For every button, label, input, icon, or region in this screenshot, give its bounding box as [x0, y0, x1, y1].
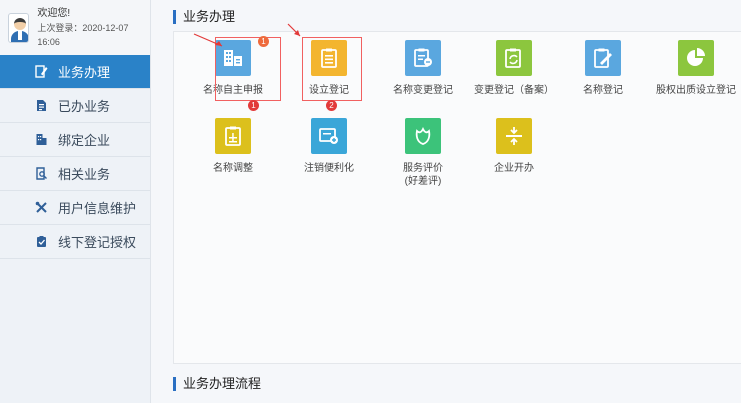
clipboard-edit-icon — [405, 40, 441, 76]
tools-icon — [34, 201, 48, 215]
notification-badge: 1 — [258, 36, 269, 47]
step-badge-1: 1 — [248, 100, 259, 111]
sidebar-item-label: 用户信息维护 — [58, 201, 137, 216]
business-panel: 名称自主申报 设立登记 名称变更登记 变更登记（备案） 名称登记 股权出质设立登… — [173, 23, 741, 364]
tile-label: 名称登记 — [583, 85, 623, 96]
sidebar-item-offline-auth[interactable]: 线下登记授权 — [0, 225, 150, 259]
tile-equity-pledge[interactable]: 股权出质设立登记 — [651, 40, 741, 97]
tile-company-start[interactable]: 企业开办 — [469, 118, 559, 175]
sidebar-item-business[interactable]: 业务办理 — [0, 55, 150, 89]
sidebar-item-label: 业务办理 — [58, 65, 111, 80]
sidebar: 欢迎您! 上次登录：2020-12-07 16:06 业务办理 已办业务 绑定企… — [0, 0, 151, 403]
section-title: 业务办理 — [173, 10, 235, 24]
user-info: 欢迎您! 上次登录：2020-12-07 16:06 — [0, 0, 150, 55]
tile-label: 企业开办 — [494, 163, 534, 174]
sidebar-item-done[interactable]: 已办业务 — [0, 89, 150, 123]
highlight-box-2 — [302, 37, 362, 101]
pie-chart-icon — [678, 40, 714, 76]
building-icon — [34, 133, 48, 147]
arrow-annotation-1 — [193, 33, 223, 47]
sidebar-item-bind-company[interactable]: 绑定企业 — [0, 123, 150, 157]
avatar — [8, 12, 30, 43]
search-document-icon — [34, 167, 48, 181]
main-content: 业务办理 名称自主申报 设立登记 名称变更登记 变更登记（备案） 名称登记 股权… — [163, 0, 741, 403]
document-list-icon — [34, 99, 48, 113]
arrow-annotation-2 — [287, 23, 301, 37]
clipboard-check-icon — [34, 235, 48, 249]
tile-name-adjustment[interactable]: 名称调整 — [188, 118, 278, 175]
sidebar-item-user-info[interactable]: 用户信息维护 — [0, 191, 150, 225]
tile-name-registration[interactable]: 名称登记 — [558, 40, 648, 97]
tile-name-change-registration[interactable]: 名称变更登记 — [378, 40, 468, 97]
clipboard-adjust-icon — [215, 118, 251, 154]
step-badge-2: 2 — [326, 100, 337, 111]
flower-icon — [405, 118, 441, 154]
compress-icon — [496, 118, 532, 154]
tile-label: 服务评价 (好差评) — [403, 163, 443, 187]
sidebar-item-label: 相关业务 — [58, 167, 111, 182]
tile-label: 名称调整 — [213, 163, 253, 174]
tile-label: 变更登记（备案） — [474, 85, 554, 96]
sidebar-item-label: 线下登记授权 — [58, 235, 137, 250]
sidebar-item-label: 已办业务 — [58, 99, 111, 114]
tile-label: 名称变更登记 — [393, 85, 453, 96]
edit-icon — [34, 65, 48, 79]
last-login-text: 上次登录：2020-12-07 16:06 — [37, 22, 129, 47]
cancel-card-icon — [311, 118, 347, 154]
tile-label: 股权出质设立登记 — [656, 85, 736, 96]
tile-service-evaluation[interactable]: 服务评价 (好差评) — [378, 118, 468, 188]
tile-deregistration[interactable]: 注销便利化 — [284, 118, 374, 175]
welcome-text: 欢迎您! — [37, 7, 71, 19]
tile-label: 注销便利化 — [304, 163, 354, 174]
sidebar-item-label: 绑定企业 — [58, 133, 111, 148]
sidebar-item-related[interactable]: 相关业务 — [0, 157, 150, 191]
tile-change-registration-record[interactable]: 变更登记（备案） — [469, 40, 559, 97]
sidebar-menu: 业务办理 已办业务 绑定企业 相关业务 用户信息维护 线下登记授权 — [0, 55, 150, 259]
clipboard-pen-icon — [585, 40, 621, 76]
flow-section-title: 业务办理流程 — [173, 377, 261, 391]
clipboard-refresh-icon — [496, 40, 532, 76]
